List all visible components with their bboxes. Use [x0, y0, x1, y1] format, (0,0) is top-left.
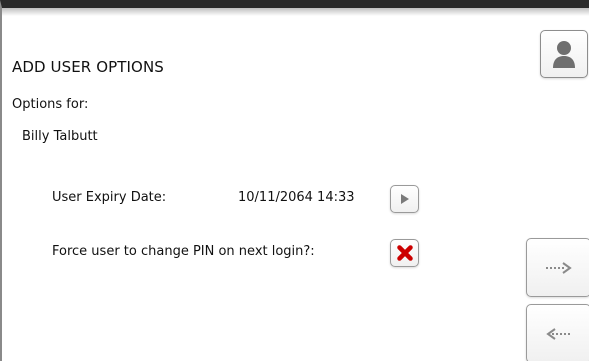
- force-pin-change-toggle[interactable]: [390, 239, 419, 267]
- user-expiry-date-label: User Expiry Date:: [52, 190, 167, 205]
- expiry-date-edit-button[interactable]: [390, 185, 419, 213]
- window-frame: ADD USER OPTIONS Options for: Billy Talb…: [0, 0, 589, 361]
- next-button[interactable]: [526, 238, 589, 297]
- back-button[interactable]: [526, 304, 589, 361]
- dotted-right-arrow-icon: [542, 260, 576, 276]
- dotted-left-arrow-icon: [542, 326, 576, 342]
- play-icon: [398, 192, 412, 206]
- force-pin-change-label: Force user to change PIN on next login?:: [52, 244, 315, 259]
- user-profile-button[interactable]: [540, 30, 588, 78]
- user-expiry-date-value: 10/11/2064 14:33: [238, 190, 355, 205]
- options-for-label: Options for:: [12, 97, 89, 112]
- page-title: ADD USER OPTIONS: [12, 58, 164, 76]
- red-x-icon: [396, 244, 414, 262]
- user-name: Billy Talbutt: [22, 129, 98, 144]
- user-icon: [547, 37, 581, 71]
